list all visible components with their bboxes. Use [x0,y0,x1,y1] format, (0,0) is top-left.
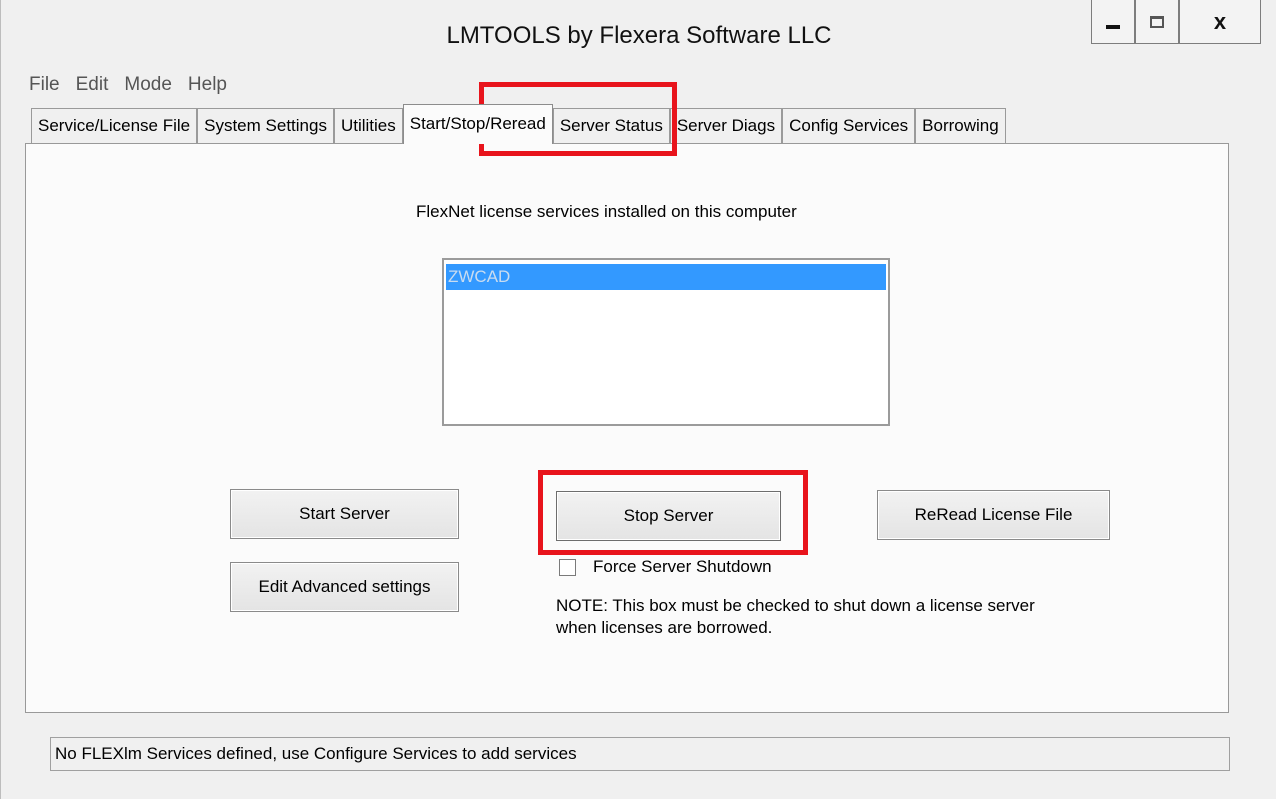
menu-edit[interactable]: Edit [76,74,109,100]
lmtools-window: LMTOOLS by Flexera Software LLC x File E… [0,0,1276,799]
window-title: LMTOOLS by Flexera Software LLC [446,22,832,49]
title-bar: LMTOOLS by Flexera Software LLC x [1,0,1276,68]
minimize-button[interactable] [1091,0,1135,44]
tab-utilities[interactable]: Utilities [333,108,403,144]
close-button[interactable]: x [1179,0,1261,44]
status-bar: No FLEXlm Services defined, use Configur… [50,737,1230,771]
tab-system-settings[interactable]: System Settings [197,108,334,144]
menu-mode[interactable]: Mode [124,74,172,100]
tab-start-stop-reread[interactable]: Start/Stop/Reread [402,104,553,144]
borrow-note: NOTE: This box must be checked to shut d… [556,595,1156,639]
close-icon: x [1213,8,1227,34]
stop-server-button[interactable]: Stop Server [556,491,781,541]
tab-borrowing[interactable]: Borrowing [915,108,1006,144]
menu-help[interactable]: Help [188,74,227,100]
note-line-2: when licenses are borrowed. [556,618,773,637]
tab-server-status[interactable]: Server Status [552,108,670,144]
start-server-button[interactable]: Start Server [230,489,459,539]
tab-service-license-file[interactable]: Service/License File [31,108,198,144]
tab-server-diags[interactable]: Server Diags [669,108,783,144]
minimize-icon [1106,24,1120,29]
force-shutdown-row: Force Server Shutdown [559,557,772,577]
maximize-button[interactable] [1135,0,1179,44]
services-label: FlexNet license services installed on th… [416,202,797,221]
list-item[interactable]: ZWCAD [446,264,886,290]
edit-advanced-settings-button[interactable]: Edit Advanced settings [230,562,459,612]
tab-config-services[interactable]: Config Services [782,108,916,144]
services-listbox[interactable]: ZWCAD [442,258,890,426]
maximize-icon [1150,15,1164,28]
menu-file[interactable]: File [29,74,60,100]
tab-strip: Service/License File System Settings Uti… [31,104,1006,144]
menu-bar: File Edit Mode Help [29,74,243,100]
force-shutdown-label: Force Server Shutdown [593,557,772,576]
note-line-1: NOTE: This box must be checked to shut d… [556,596,1035,615]
reread-license-file-button[interactable]: ReRead License File [877,490,1110,540]
force-shutdown-checkbox[interactable] [559,558,576,576]
